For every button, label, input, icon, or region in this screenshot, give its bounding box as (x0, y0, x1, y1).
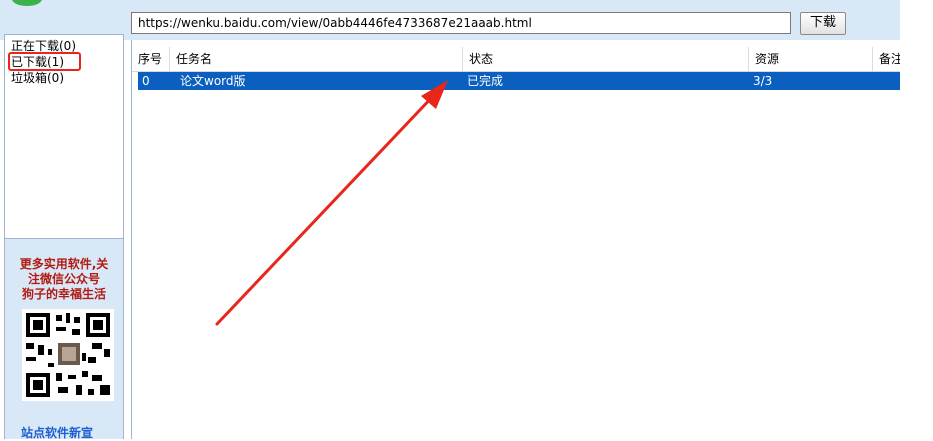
red-arrow-annotation (215, 80, 448, 326)
